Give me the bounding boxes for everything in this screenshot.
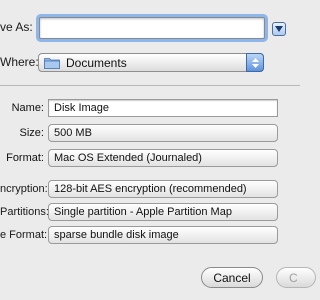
cancel-button[interactable]: Cancel — [201, 267, 263, 288]
image-format-label: e Format: — [0, 229, 48, 241]
encryption-label: ncryption: — [0, 183, 48, 195]
chevron-down-icon — [251, 63, 259, 68]
format-popup[interactable]: Mac OS Extended (Journaled) — [48, 149, 278, 167]
folder-icon — [44, 57, 60, 69]
name-label: Name: — [11, 102, 44, 114]
image-format-popup[interactable]: sparse bundle disk image — [48, 226, 278, 244]
size-label: Size: — [19, 127, 44, 139]
chevron-down-icon — [275, 26, 283, 32]
where-stepper[interactable] — [246, 53, 264, 72]
size-popup[interactable]: 500 MB — [48, 124, 278, 142]
encryption-popup[interactable]: 128-bit AES encryption (recommended) — [48, 180, 278, 198]
where-popup[interactable]: Documents — [38, 53, 264, 72]
create-button[interactable]: C — [276, 267, 316, 288]
save-as-input[interactable] — [39, 17, 265, 39]
save-as-label: ve As: — [0, 20, 33, 34]
chevron-up-icon — [251, 57, 259, 62]
expand-dialog-button[interactable] — [272, 22, 286, 36]
name-input[interactable]: Disk Image — [48, 99, 278, 117]
partitions-popup[interactable]: Single partition - Apple Partition Map — [48, 203, 278, 221]
format-label: Format: — [6, 152, 44, 164]
partitions-label: Partitions: — [0, 206, 49, 218]
separator — [0, 85, 300, 86]
where-label: Where: — [0, 55, 39, 69]
where-value: Documents — [66, 55, 127, 70]
